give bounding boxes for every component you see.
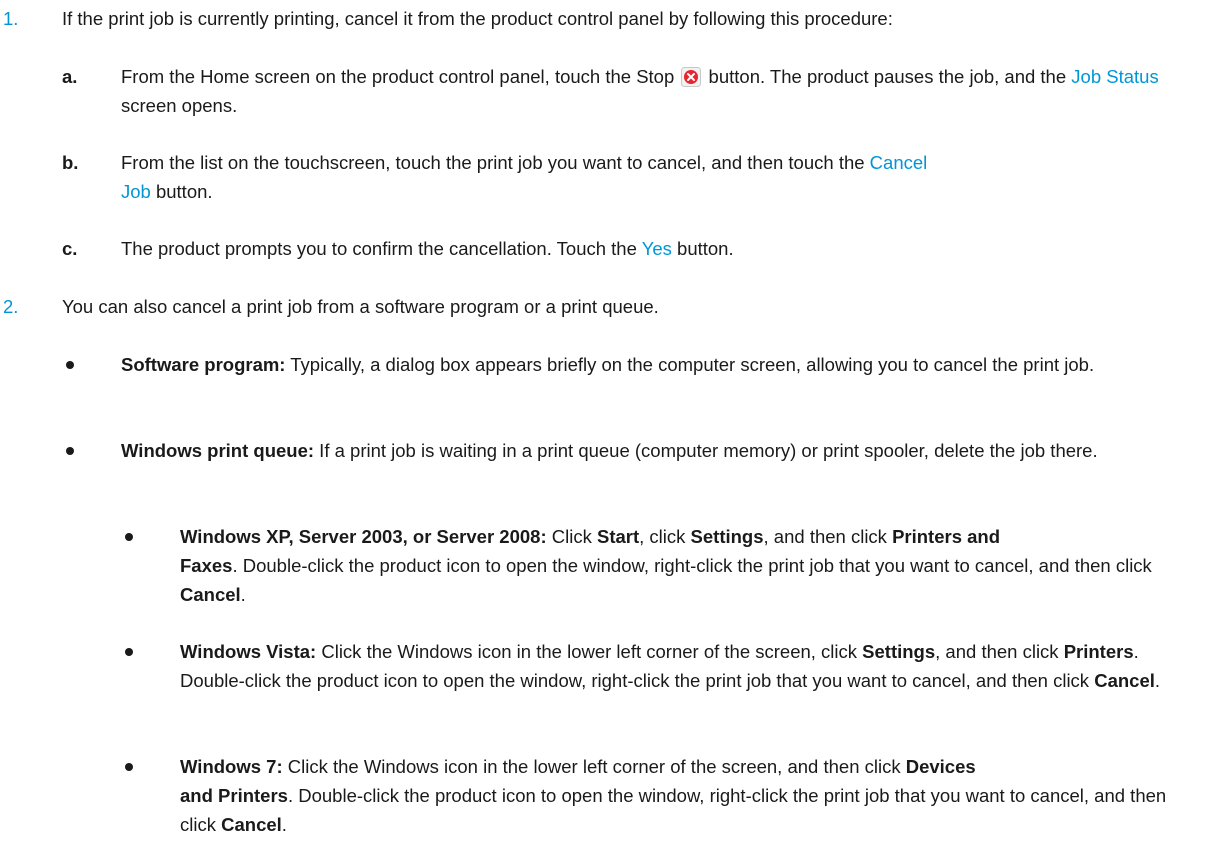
bullet-dot: [66, 447, 74, 455]
step-text: You can also cancel a print job from a s…: [62, 296, 659, 317]
substep-text: From the list on the touchscreen, touch …: [121, 152, 928, 202]
bullet-dot: [66, 361, 74, 369]
ui-label-yes: Yes: [641, 238, 672, 259]
stop-icon: [681, 67, 702, 87]
bullet-dot: [125, 763, 133, 771]
ui-label-cancel: Cancel: [869, 152, 928, 173]
bullet-text: Windows print queue: If a print job is w…: [121, 440, 1098, 461]
ui-label-job-status: Job Status: [1071, 66, 1159, 87]
bullet-text: Windows 7: Click the Windows icon in the…: [180, 756, 1167, 835]
substep-text: From the Home screen on the product cont…: [121, 66, 1159, 116]
bullet-text: Windows Vista: Click the Windows icon in…: [180, 641, 1161, 691]
document-page: 1. If the print job is currently printin…: [0, 0, 1207, 858]
substep-text: The product prompts you to confirm the c…: [121, 238, 734, 259]
substep-letter: b.: [62, 152, 79, 173]
substep-letter: c.: [62, 238, 78, 259]
step-number: 2.: [3, 296, 19, 317]
ui-label-job: Job: [121, 181, 151, 202]
substep-letter: a.: [62, 66, 78, 87]
step-text: If the print job is currently printing, …: [62, 8, 893, 29]
bullet-text: Windows XP, Server 2003, or Server 2008:…: [180, 526, 1152, 605]
step-number: 1.: [3, 8, 19, 29]
bullet-dot: [125, 648, 133, 656]
bullet-text: Software program: Typically, a dialog bo…: [121, 354, 1095, 375]
bullet-dot: [125, 533, 133, 541]
